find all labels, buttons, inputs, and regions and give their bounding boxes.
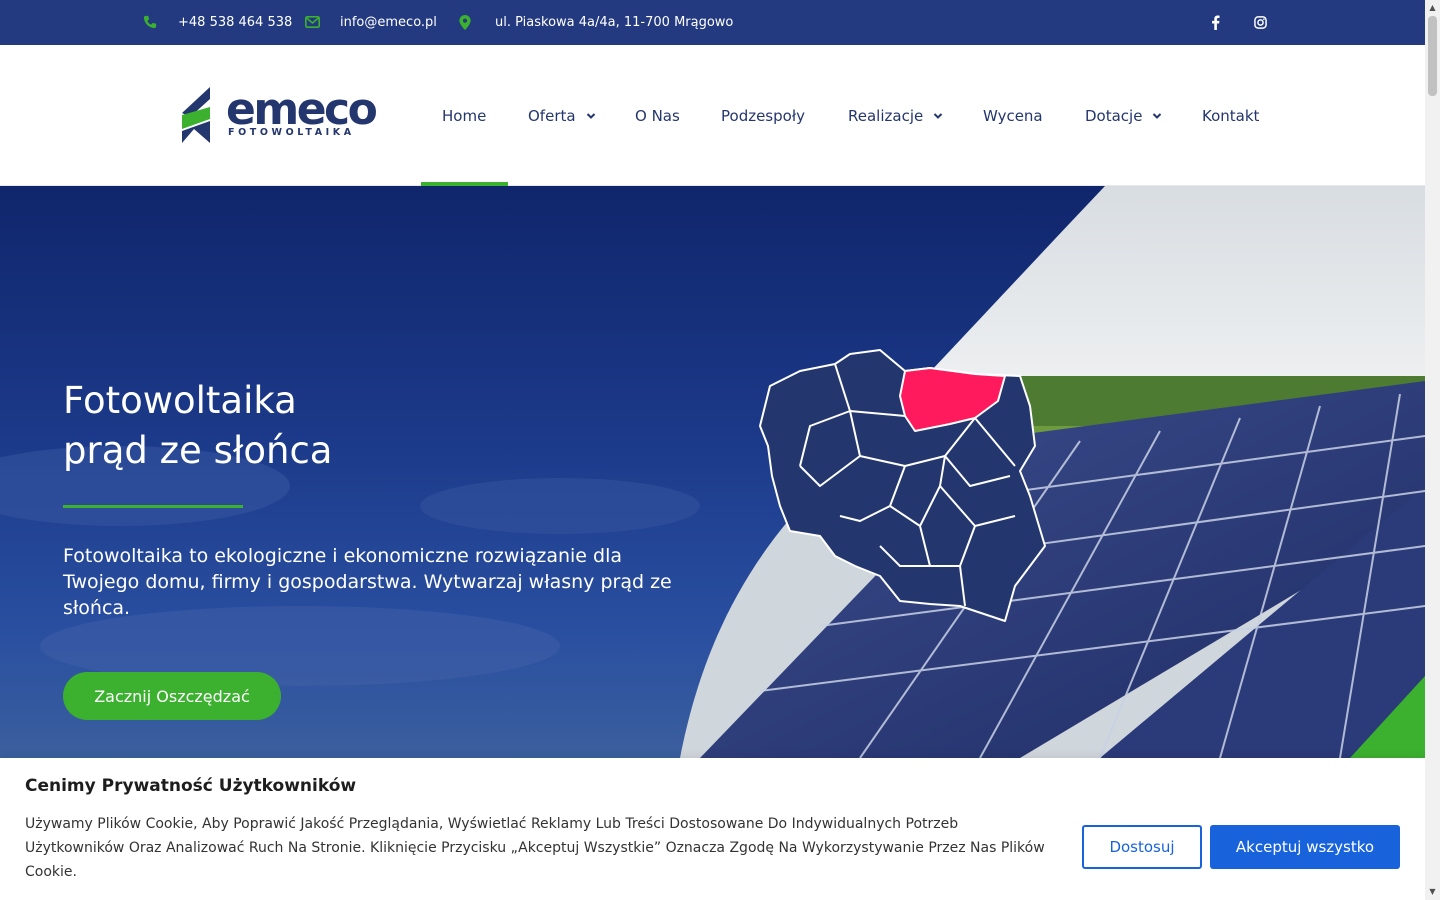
nav-podzespoly-label: Podzespoły: [721, 106, 805, 125]
nav-home-label: Home: [442, 106, 487, 125]
nav-oferta[interactable]: Oferta: [528, 45, 596, 186]
chevron-down-icon: [934, 112, 943, 119]
start-saving-button[interactable]: Zacznij Oszczędzać: [63, 672, 281, 720]
phone-link[interactable]: +48 538 464 538: [178, 0, 292, 45]
cookie-text: Używamy Plików Cookie, Aby Poprawić Jako…: [25, 816, 1045, 880]
nav-dotacje[interactable]: Dotacje: [1085, 45, 1162, 186]
cookie-title: Cenimy Prywatność Użytkowników: [25, 776, 357, 796]
hero-section: Fotowoltaika prąd ze słońca Fotowoltaika…: [0, 186, 1425, 758]
envelope-icon: [304, 14, 320, 30]
nav-dotacje-label: Dotacje: [1085, 106, 1143, 125]
chevron-down-icon: [586, 112, 595, 119]
nav-o-nas[interactable]: O Nas: [635, 45, 680, 186]
phone-icon: [142, 14, 158, 30]
site-header: emeco FOTOWOLTAIKA Home Oferta O Nas Pod…: [0, 45, 1425, 186]
nav-kontakt[interactable]: Kontakt: [1202, 45, 1259, 186]
cookie-consent-banner: Cenimy Prywatność Użytkowników Używamy P…: [0, 758, 1425, 900]
scroll-down-icon[interactable]: ▼: [1425, 884, 1440, 898]
hero-title: Fotowoltaika prąd ze słońca: [63, 376, 332, 476]
logo-subtitle: FOTOWOLTAIKA: [228, 127, 355, 138]
nav-o-nas-label: O Nas: [635, 106, 680, 125]
facebook-icon[interactable]: [1205, 12, 1225, 32]
nav-wycena[interactable]: Wycena: [983, 45, 1043, 186]
scrollbar-thumb[interactable]: [1428, 16, 1437, 96]
address-text: ul. Piaskowa 4a/4a, 11-700 Mrągowo: [495, 15, 734, 30]
nav-oferta-label: Oferta: [528, 106, 576, 125]
nav-kontakt-label: Kontakt: [1202, 106, 1260, 125]
nav-home[interactable]: Home: [442, 45, 486, 186]
nav-realizacje-label: Realizacje: [848, 106, 924, 125]
chevron-down-icon: [1153, 112, 1162, 119]
customize-button[interactable]: Dostosuj: [1082, 825, 1202, 869]
top-contact-bar: +48 538 464 538 info@emeco.pl ul. Piasko…: [0, 0, 1425, 45]
nav-wycena-label: Wycena: [983, 106, 1043, 125]
nav-realizacje[interactable]: Realizacje: [848, 45, 943, 186]
hero-divider: [63, 505, 243, 508]
logo-mark-icon: [182, 87, 210, 143]
instagram-icon[interactable]: [1250, 12, 1270, 32]
hero-title-line2: prąd ze słońca: [63, 429, 333, 472]
emeco-logo[interactable]: emeco FOTOWOLTAIKA: [180, 85, 380, 145]
map-marker-icon: [457, 14, 473, 30]
hero-description: Fotowoltaika to ekologiczne i ekonomiczn…: [63, 545, 672, 619]
nav-podzespoly[interactable]: Podzespoły: [721, 45, 805, 186]
hero-title-line1: Fotowoltaika: [63, 379, 297, 422]
email-link[interactable]: info@emeco.pl: [340, 0, 437, 45]
scroll-up-icon[interactable]: ▲: [1425, 0, 1440, 14]
page-scrollbar[interactable]: ▲ ▼: [1425, 0, 1440, 900]
accept-all-button[interactable]: Akceptuj wszystko: [1210, 825, 1400, 869]
